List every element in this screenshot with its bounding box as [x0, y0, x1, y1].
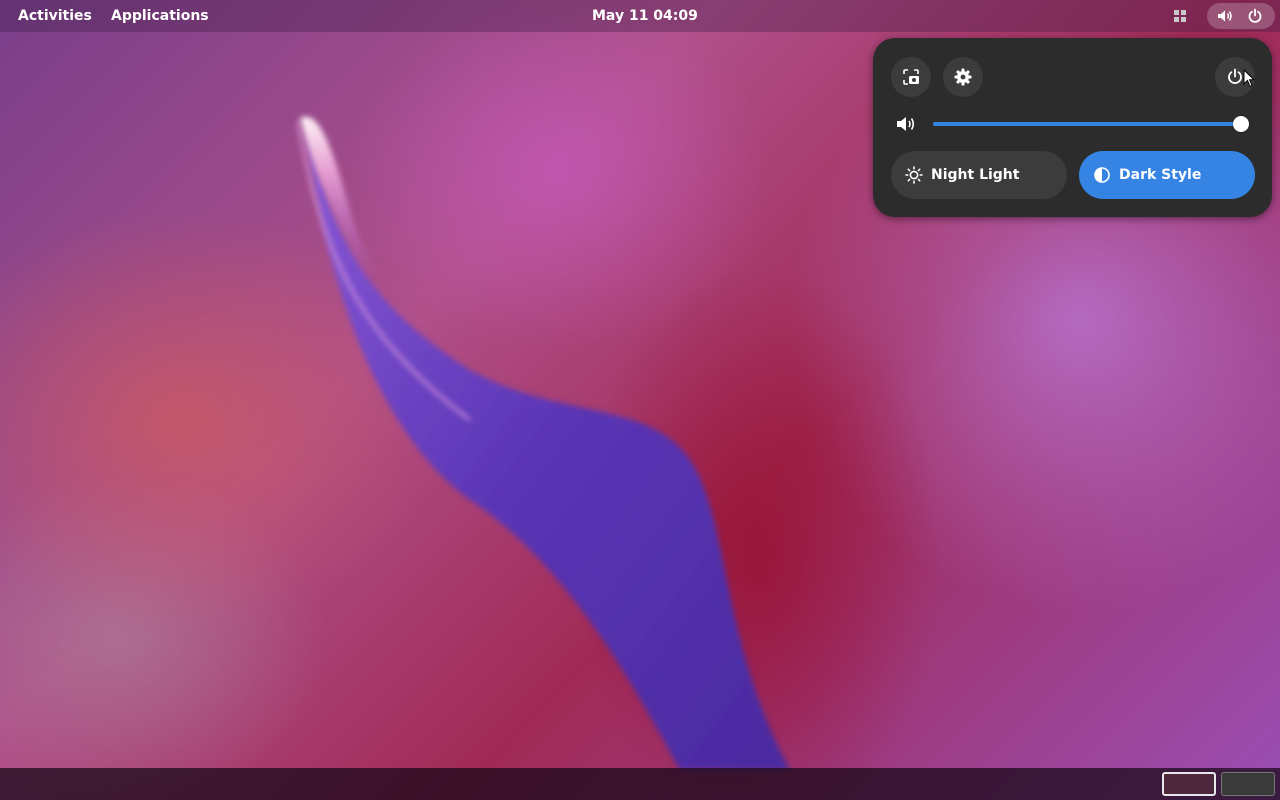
- dark-style-toggle[interactable]: Dark Style: [1079, 151, 1255, 199]
- screenshot-icon: [903, 69, 919, 85]
- screenshot-button[interactable]: [891, 57, 931, 97]
- bottom-bar: [0, 768, 1280, 800]
- volume-icon: [1218, 10, 1232, 22]
- workspace-1-thumbnail[interactable]: [1162, 772, 1216, 796]
- power-icon: [1248, 8, 1262, 23]
- desktop: Activities Applications May 11 04:09 Nig…: [0, 0, 1280, 800]
- volume-slider-handle[interactable]: [1233, 116, 1249, 132]
- quick-settings-panel: Night Light Dark Style: [873, 38, 1272, 217]
- volume-slider[interactable]: [933, 109, 1249, 139]
- clock[interactable]: May 11 04:09: [584, 0, 706, 32]
- volume-slider-fill: [933, 122, 1241, 126]
- night-light-icon: [905, 166, 923, 184]
- dark-style-icon: [1094, 167, 1110, 183]
- dark-style-label: Dark Style: [1119, 167, 1202, 183]
- system-status-button[interactable]: [1207, 3, 1275, 29]
- power-icon: [1228, 68, 1242, 84]
- workspace-grid-icon[interactable]: [1173, 9, 1187, 23]
- top-bar: Activities Applications May 11 04:09: [0, 0, 1280, 32]
- night-light-label: Night Light: [931, 167, 1020, 183]
- applications-menu-button[interactable]: Applications: [103, 0, 217, 32]
- settings-button[interactable]: [943, 57, 983, 97]
- night-light-toggle[interactable]: Night Light: [891, 151, 1067, 199]
- mouse-pointer-icon: [1243, 69, 1255, 88]
- volume-icon[interactable]: [896, 115, 916, 133]
- activities-button[interactable]: Activities: [10, 0, 100, 32]
- workspace-2-thumbnail[interactable]: [1221, 772, 1275, 796]
- gear-icon: [954, 68, 972, 86]
